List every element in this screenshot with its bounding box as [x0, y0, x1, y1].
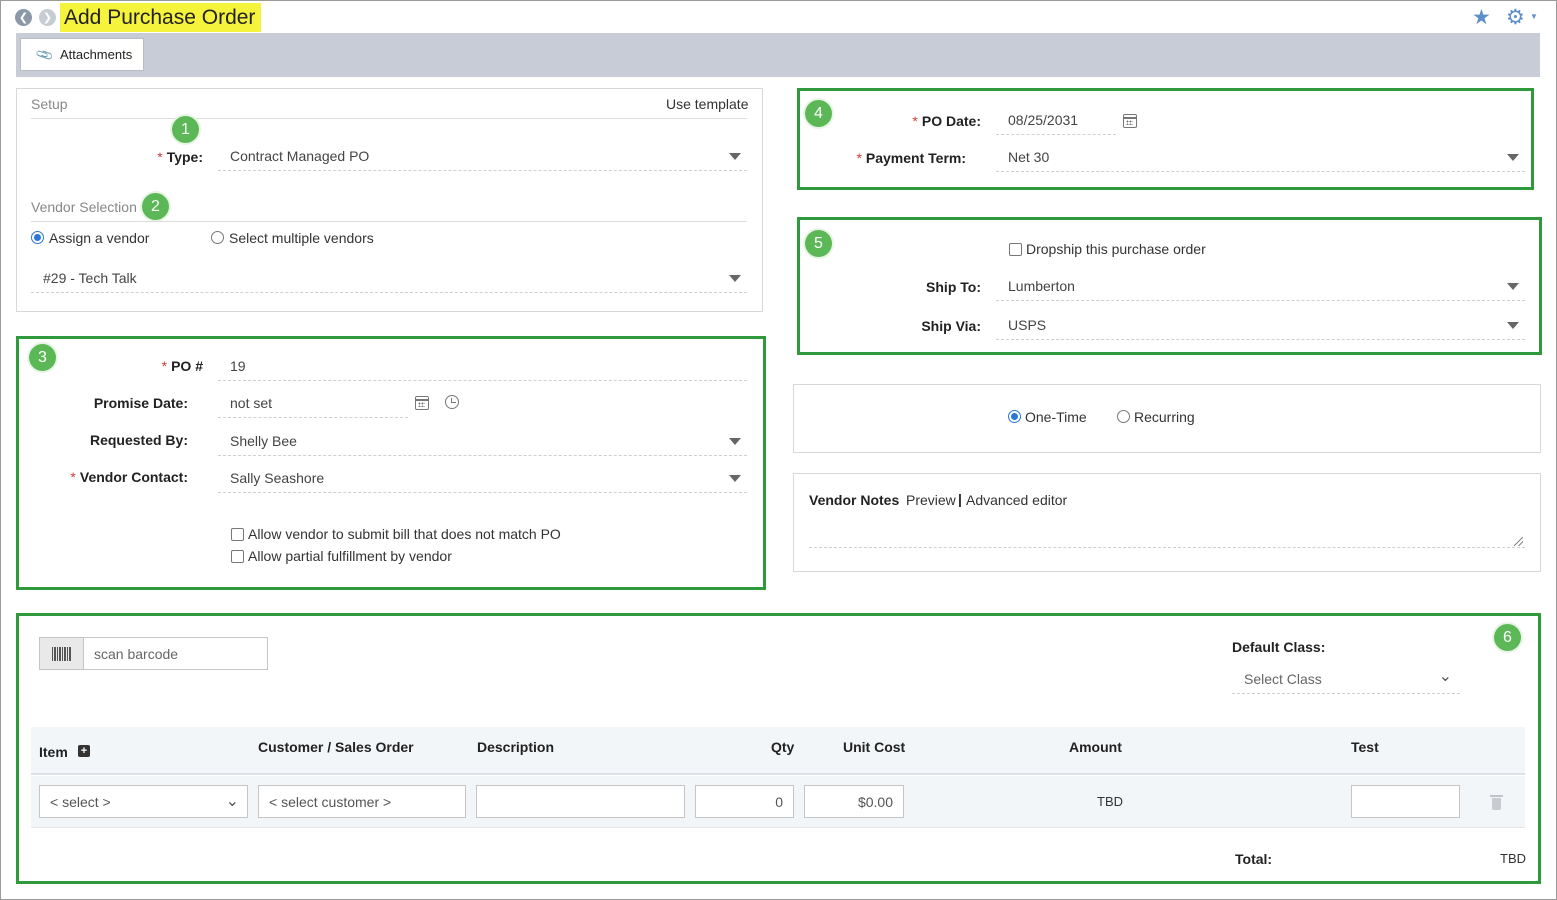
allow-bill-mismatch-label: Allow vendor to submit bill that does no… [248, 526, 561, 542]
step-badge-6: 6 [1494, 624, 1521, 651]
paperclip-icon: 📎 [34, 44, 55, 65]
ship-via-label: Ship Via: [921, 318, 981, 334]
recurring-radio[interactable] [1117, 410, 1130, 423]
requested-by-select[interactable]: Shelly Bee [218, 426, 747, 456]
dates-panel [797, 88, 1534, 190]
qty-input[interactable]: 0 [695, 785, 794, 818]
dropship-checkbox[interactable] [1009, 243, 1022, 256]
step-badge-2: 2 [142, 193, 169, 220]
po-number-input[interactable]: 19 [218, 351, 747, 381]
star-icon[interactable]: ★ [1472, 5, 1491, 30]
vendor-selection-title: Vendor Selection [31, 199, 137, 215]
total-value: TBD [1500, 851, 1526, 866]
column-header-qty: Qty [771, 739, 795, 755]
advanced-editor-link[interactable]: Advanced editor [966, 492, 1067, 508]
trash-icon[interactable] [1490, 795, 1503, 810]
attachments-tab[interactable]: 📎 Attachments [20, 38, 144, 71]
barcode-icon [51, 646, 72, 661]
chevron-down-icon [1507, 283, 1519, 290]
allow-partial-label: Allow partial fulfillment by vendor [248, 548, 452, 564]
column-header-description: Description [477, 739, 555, 755]
back-icon[interactable]: ❮ [15, 9, 32, 26]
type-label: * Type: [157, 149, 203, 165]
ship-to-label: Ship To: [926, 279, 981, 295]
test-input[interactable] [1351, 785, 1460, 818]
total-label: Total: [1235, 851, 1273, 867]
vendor-notes-textarea[interactable] [809, 520, 1525, 548]
step-badge-1: 1 [172, 116, 199, 143]
description-input[interactable] [476, 785, 685, 818]
one-time-radio[interactable] [1008, 410, 1021, 423]
vendor-contact-label: * Vendor Contact: [70, 469, 188, 485]
chevron-down-icon [729, 475, 741, 482]
column-header-amount: Amount [1069, 739, 1122, 755]
divider [31, 221, 747, 222]
ship-via-select[interactable]: USPS [996, 310, 1525, 340]
step-badge-4: 4 [805, 100, 832, 127]
dropship-label: Dropship this purchase order [1026, 241, 1206, 257]
po-date-input[interactable]: 08/25/2031 [996, 105, 1116, 135]
column-header-test: Test [1351, 739, 1379, 755]
attachments-label: Attachments [59, 47, 133, 62]
assign-vendor-radio[interactable] [31, 231, 44, 244]
one-time-label: One-Time [1025, 409, 1087, 425]
assign-vendor-label: Assign a vendor [49, 230, 150, 246]
chevron-down-icon [729, 153, 741, 160]
vendor-notes-title: Vendor Notes [809, 492, 900, 508]
barcode-button[interactable] [39, 637, 84, 670]
step-badge-5: 5 [805, 230, 832, 257]
chevron-down-icon: ⌄ [1438, 668, 1452, 685]
chevron-down-icon [1507, 322, 1519, 329]
column-header-unit-cost: Unit Cost [843, 739, 906, 755]
clock-icon[interactable] [445, 395, 459, 409]
select-multiple-radio[interactable] [211, 231, 224, 244]
forward-icon[interactable]: ❯ [39, 9, 56, 26]
setup-title: Setup [31, 96, 68, 112]
vendor-contact-select[interactable]: Sally Seashore [218, 463, 747, 493]
page-title: Add Purchase Order [60, 3, 262, 32]
po-number-label: * PO # [161, 358, 203, 374]
gear-icon[interactable]: ⚙ [1506, 5, 1525, 30]
chevron-down-icon [729, 438, 741, 445]
chevron-down-icon [1507, 154, 1519, 161]
column-header-customer: Customer / Sales Order [258, 739, 414, 755]
promise-date-input[interactable]: not set [218, 388, 408, 418]
allow-partial-checkbox[interactable] [231, 550, 244, 563]
select-multiple-label: Select multiple vendors [229, 230, 374, 246]
type-select[interactable]: Contract Managed PO [218, 141, 747, 171]
add-item-icon[interactable]: + [78, 745, 90, 757]
resize-handle-icon[interactable] [1514, 537, 1523, 546]
po-date-label: * PO Date: [912, 113, 981, 129]
recurring-label: Recurring [1134, 409, 1195, 425]
payment-term-label: * Payment Term: [856, 150, 966, 166]
calendar-icon[interactable] [1123, 114, 1137, 128]
chevron-down-icon: ⌄ [225, 793, 239, 810]
step-badge-3: 3 [29, 344, 56, 371]
preview-link[interactable]: Preview [906, 492, 956, 508]
promise-date-label: Promise Date: [93, 395, 188, 411]
payment-term-select[interactable]: Net 30 [996, 142, 1525, 172]
chevron-down-icon[interactable]: ▼ [1530, 12, 1538, 21]
allow-bill-mismatch-checkbox[interactable] [231, 528, 244, 541]
customer-select[interactable]: < select customer > [258, 785, 466, 818]
item-select[interactable]: < select > ⌄ [39, 785, 248, 818]
column-header-item: Item [39, 744, 68, 760]
calendar-icon[interactable] [415, 396, 429, 410]
default-class-select[interactable]: Select Class ⌄ [1232, 664, 1460, 694]
ship-to-select[interactable]: Lumberton [996, 271, 1525, 301]
use-template-link[interactable]: Use template [666, 96, 748, 112]
toolbar: 📎 Attachments [16, 33, 1540, 77]
scan-barcode-input[interactable]: scan barcode [83, 637, 268, 670]
divider [31, 118, 747, 119]
requested-by-label: Requested By: [89, 432, 188, 448]
amount-value: TBD [1097, 794, 1123, 809]
default-class-label: Default Class: [1232, 639, 1326, 655]
vendor-select[interactable]: #29 - Tech Talk [31, 263, 747, 293]
chevron-down-icon [729, 275, 741, 282]
unit-cost-input[interactable]: $0.00 [804, 785, 904, 818]
separator: | [958, 491, 962, 507]
